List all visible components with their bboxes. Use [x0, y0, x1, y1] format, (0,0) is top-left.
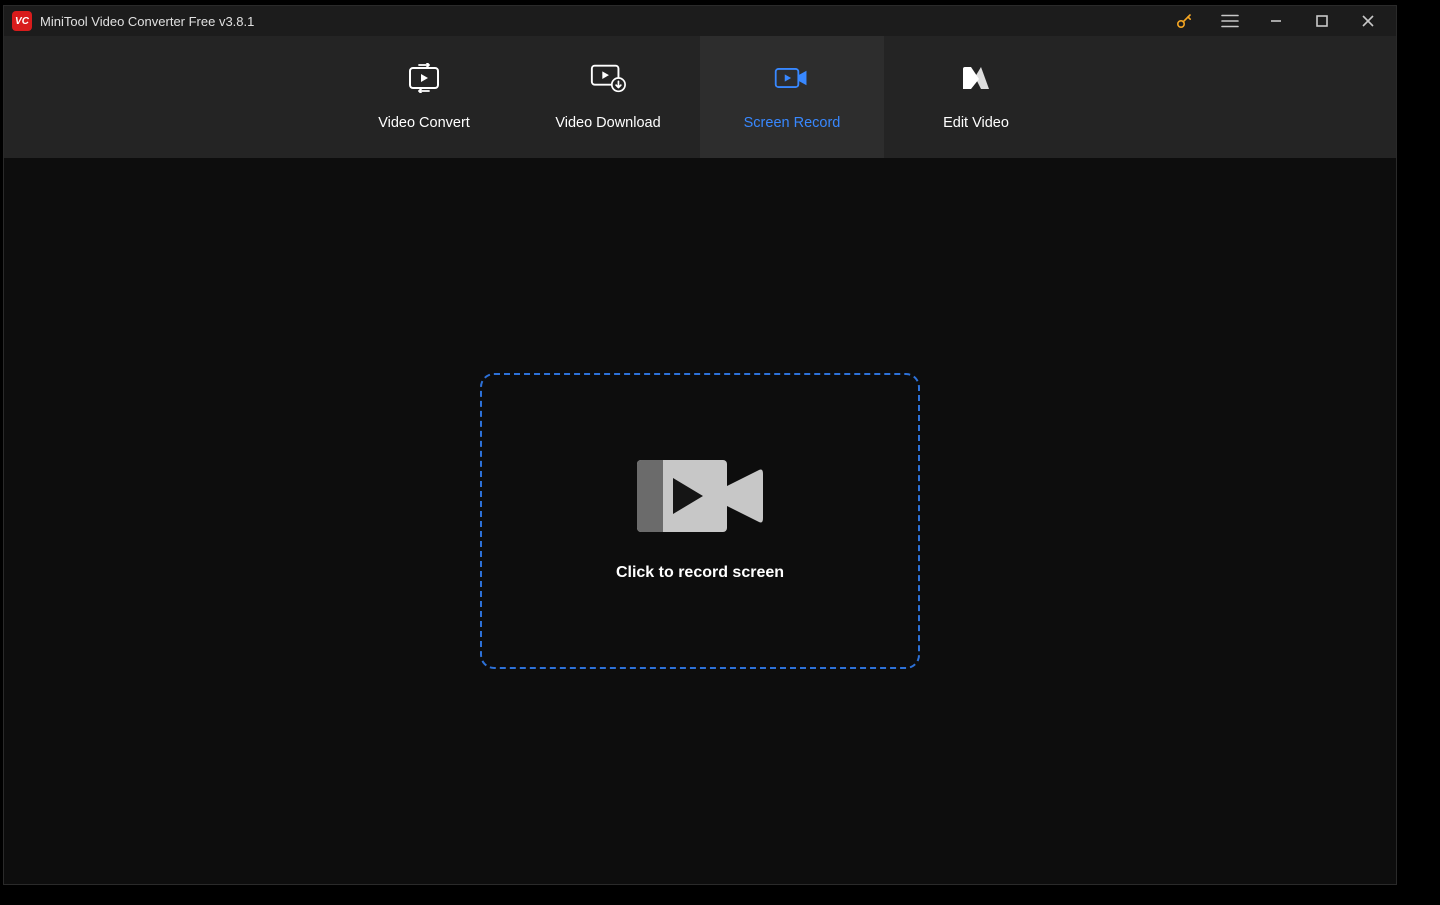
record-cta-text: Click to record screen: [616, 564, 784, 582]
window-title: MiniTool Video Converter Free v3.8.1: [40, 14, 1172, 29]
tab-edit-video[interactable]: Edit Video: [884, 36, 1068, 158]
record-icon: [773, 63, 811, 93]
edit-icon: [957, 63, 995, 93]
tab-video-convert[interactable]: Video Convert: [332, 36, 516, 158]
tab-label: Screen Record: [744, 115, 841, 131]
titlebar: VC MiniTool Video Converter Free v3.8.1: [4, 6, 1396, 36]
key-icon[interactable]: [1172, 9, 1196, 33]
close-button[interactable]: [1356, 9, 1380, 33]
hamburger-menu-icon[interactable]: [1218, 9, 1242, 33]
titlebar-controls: [1172, 9, 1380, 33]
app-window: VC MiniTool Video Converter Free v3.8.1: [3, 5, 1397, 885]
tab-video-download[interactable]: Video Download: [516, 36, 700, 158]
tab-label: Edit Video: [943, 115, 1009, 131]
record-screen-box[interactable]: Click to record screen: [480, 373, 920, 669]
tab-screen-record[interactable]: Screen Record: [700, 36, 884, 158]
main-content: Click to record screen: [4, 158, 1396, 884]
tab-label: Video Download: [555, 115, 660, 131]
download-icon: [589, 63, 627, 93]
convert-icon: [405, 63, 443, 93]
nav-tabs: Video Convert Video Download: [4, 36, 1396, 158]
camera-icon: [637, 460, 763, 532]
minimize-button[interactable]: [1264, 9, 1288, 33]
app-icon: VC: [12, 11, 32, 31]
maximize-button[interactable]: [1310, 9, 1334, 33]
tab-label: Video Convert: [378, 115, 470, 131]
